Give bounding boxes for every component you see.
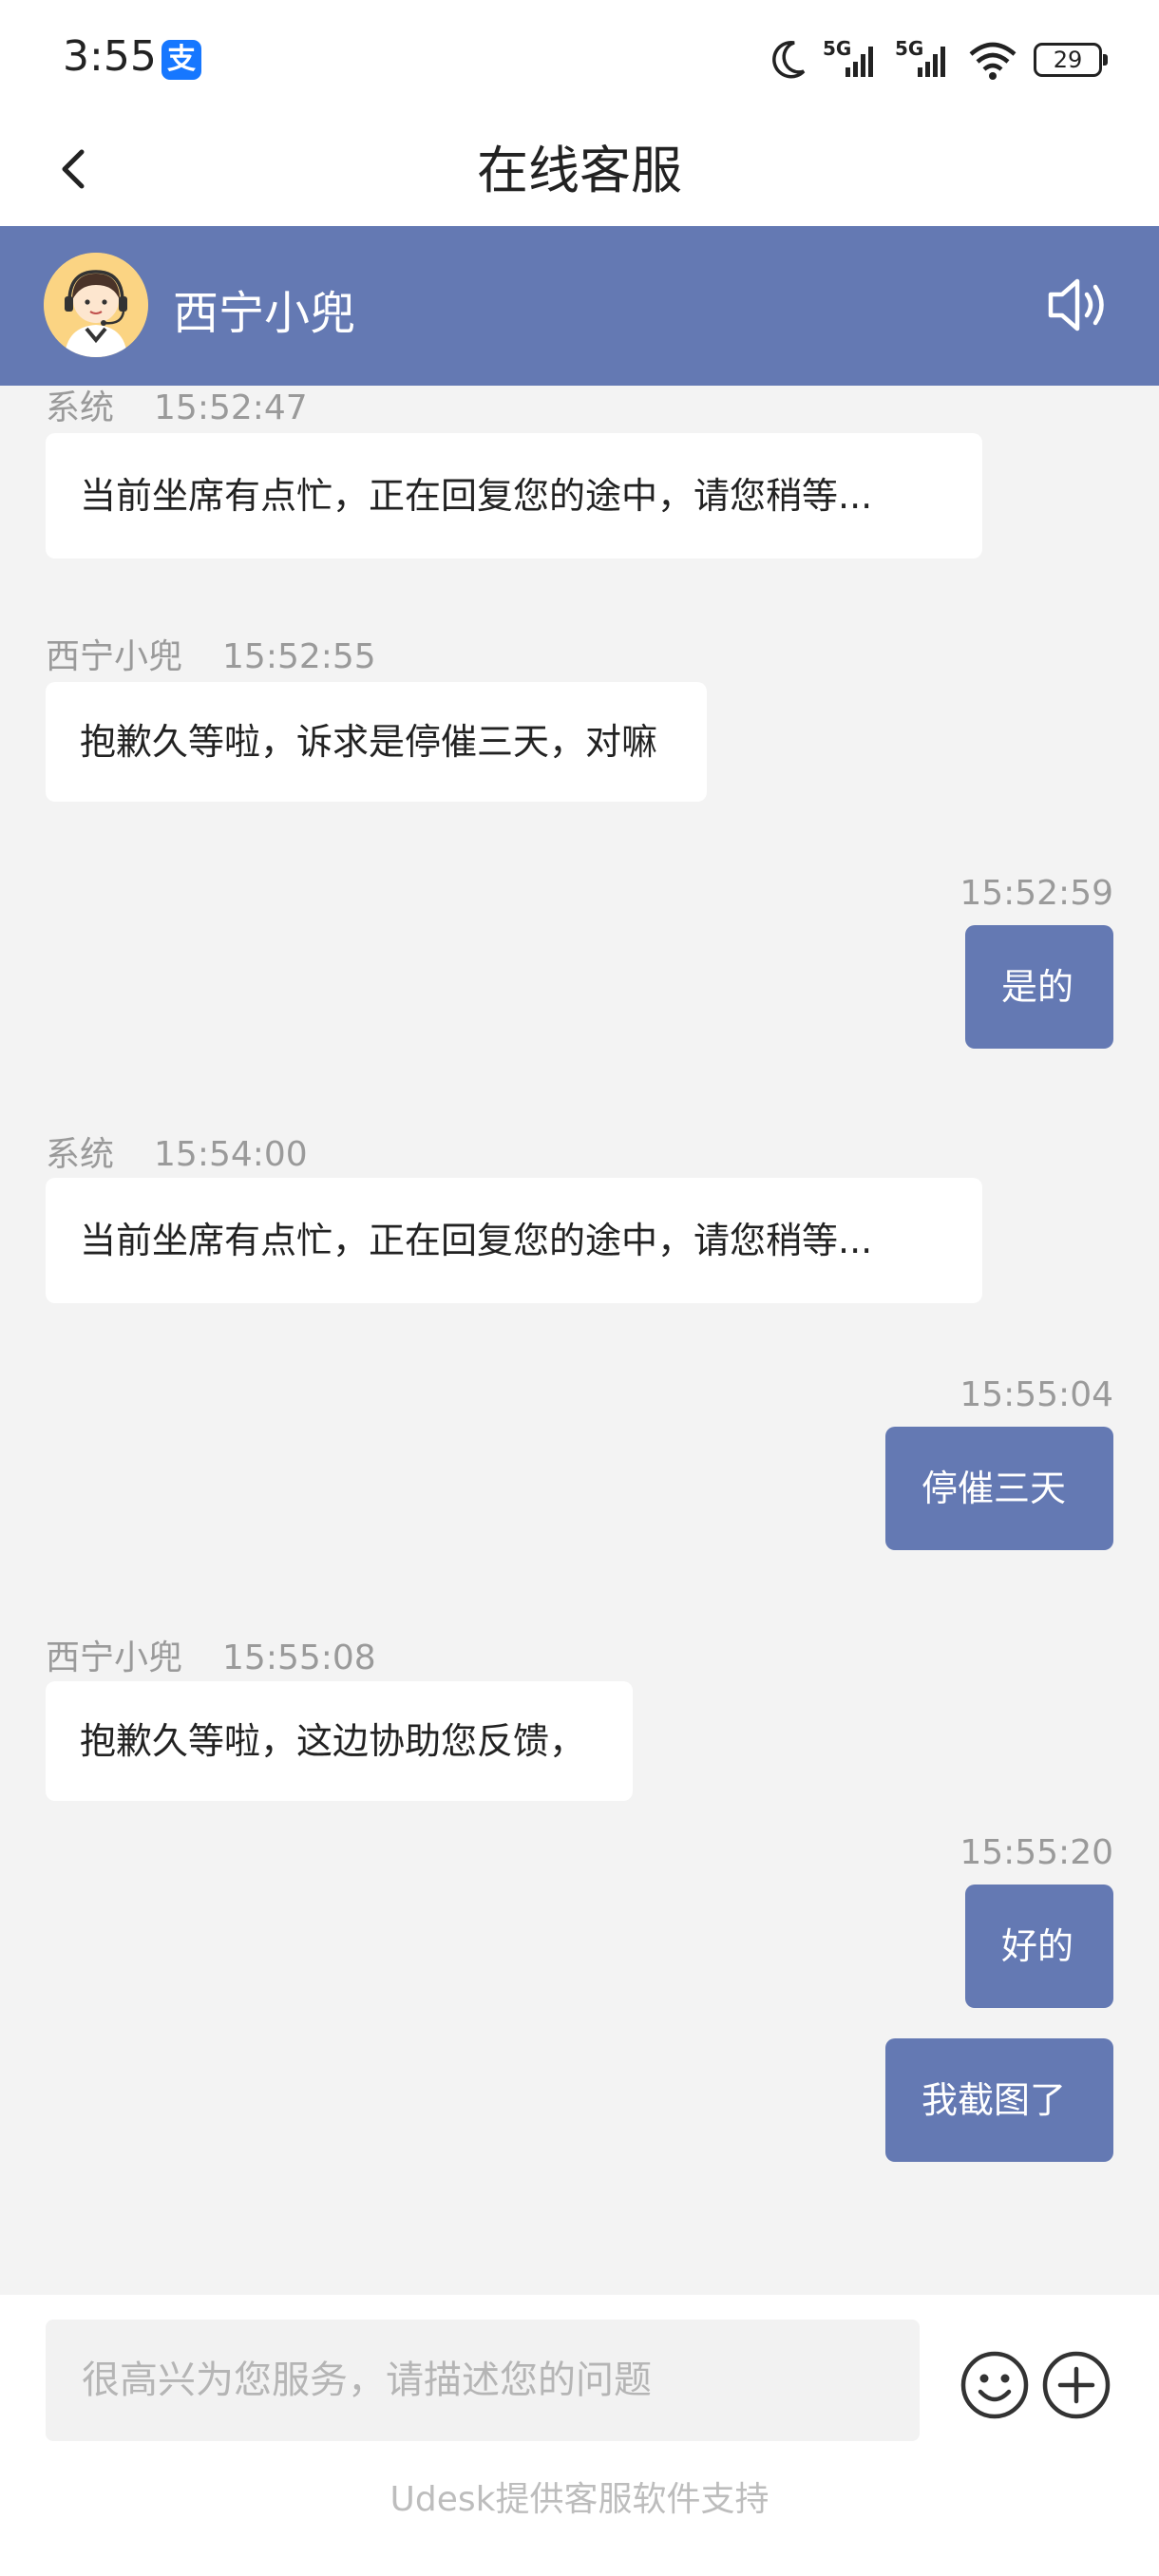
incoming-message-bubble[interactable]: 抱歉久等啦，诉求是停催三天，对嘛 bbox=[46, 682, 707, 802]
outgoing-message-bubble[interactable]: 好的 bbox=[965, 1885, 1113, 2008]
agent-name: 西宁小兜 bbox=[173, 287, 356, 340]
message-time: 15:52:55 bbox=[222, 637, 376, 676]
chat-message-list[interactable]: 系统 15:52:47 当前坐席有点忙，正在回复您的途中，请您稍等... 西宁小兜… bbox=[0, 386, 1159, 2295]
message-meta: 系统 15:52:47 bbox=[46, 386, 308, 429]
moon-icon bbox=[772, 40, 806, 79]
message-text: 我截图了 bbox=[922, 2079, 1067, 2121]
powered-by-text: Udesk提供客服软件支持 bbox=[390, 2480, 770, 2519]
smiley-icon[interactable] bbox=[960, 2350, 1030, 2420]
composer-bar: 很高兴为您服务，请描述您的问题 Udesk提供客服软件支持 bbox=[0, 2295, 1159, 2576]
speaker-icon[interactable] bbox=[1045, 274, 1113, 336]
agent-avatar bbox=[44, 253, 148, 357]
status-time: 3:55 bbox=[63, 32, 157, 81]
message-text: 好的 bbox=[1001, 1925, 1074, 1967]
nav-bar: 在线客服 bbox=[0, 116, 1159, 226]
outgoing-message-bubble[interactable]: 我截图了 bbox=[885, 2038, 1113, 2162]
cellular-signal-1-icon: 5G bbox=[823, 37, 880, 81]
message-text: 停催三天 bbox=[922, 1468, 1067, 1509]
incoming-message-bubble[interactable]: 当前坐席有点忙，正在回复您的途中，请您稍等... bbox=[46, 1178, 982, 1303]
message-text: 当前坐席有点忙，正在回复您的途中，请您稍等... bbox=[80, 1220, 873, 1261]
message-sender: 西宁小兜 bbox=[46, 637, 183, 676]
message-sender: 系统 bbox=[46, 388, 115, 427]
message-text: 当前坐席有点忙，正在回复您的途中，请您稍等... bbox=[80, 475, 873, 517]
status-bar: 3:55 支 5G 5G 29 bbox=[0, 0, 1159, 116]
battery-indicator: 29 bbox=[1034, 43, 1108, 77]
message-sender: 系统 bbox=[46, 1135, 115, 1174]
message-time: 15:55:04 bbox=[960, 1375, 1113, 1414]
outgoing-message-bubble[interactable]: 停催三天 bbox=[885, 1427, 1113, 1550]
message-time: 15:55:08 bbox=[222, 1638, 376, 1677]
message-time: 15:52:59 bbox=[960, 874, 1113, 913]
page-title: 在线客服 bbox=[477, 141, 682, 200]
cellular-signal-2-icon: 5G bbox=[895, 37, 952, 81]
outgoing-message-bubble[interactable]: 是的 bbox=[965, 925, 1113, 1049]
message-time: 15:52:47 bbox=[154, 388, 308, 427]
alipay-notification-icon: 支 bbox=[162, 40, 201, 80]
message-time: 15:54:00 bbox=[154, 1135, 308, 1174]
message-meta: 西宁小兜 15:55:08 bbox=[46, 1630, 376, 1679]
message-meta: 系统 15:54:00 bbox=[46, 1127, 308, 1176]
agent-header: 西宁小兜 bbox=[0, 226, 1159, 386]
message-time: 15:55:20 bbox=[960, 1833, 1113, 1872]
wifi-icon bbox=[969, 42, 1016, 80]
message-text: 抱歉久等啦，诉求是停催三天，对嘛 bbox=[80, 721, 658, 763]
message-input[interactable]: 很高兴为您服务，请描述您的问题 bbox=[46, 2320, 920, 2441]
message-sender: 西宁小兜 bbox=[46, 1638, 183, 1677]
plus-circle-icon[interactable] bbox=[1041, 2350, 1112, 2420]
incoming-message-bubble[interactable]: 抱歉久等啦，这边协助您反馈， bbox=[46, 1681, 633, 1801]
message-text: 是的 bbox=[1001, 966, 1074, 1008]
message-meta: 西宁小兜 15:52:55 bbox=[46, 629, 376, 678]
status-icons: 5G 5G 29 bbox=[770, 36, 1108, 84]
message-text: 抱歉久等啦，这边协助您反馈， bbox=[80, 1720, 586, 1762]
incoming-message-bubble[interactable]: 当前坐席有点忙，正在回复您的途中，请您稍等... bbox=[46, 433, 982, 559]
